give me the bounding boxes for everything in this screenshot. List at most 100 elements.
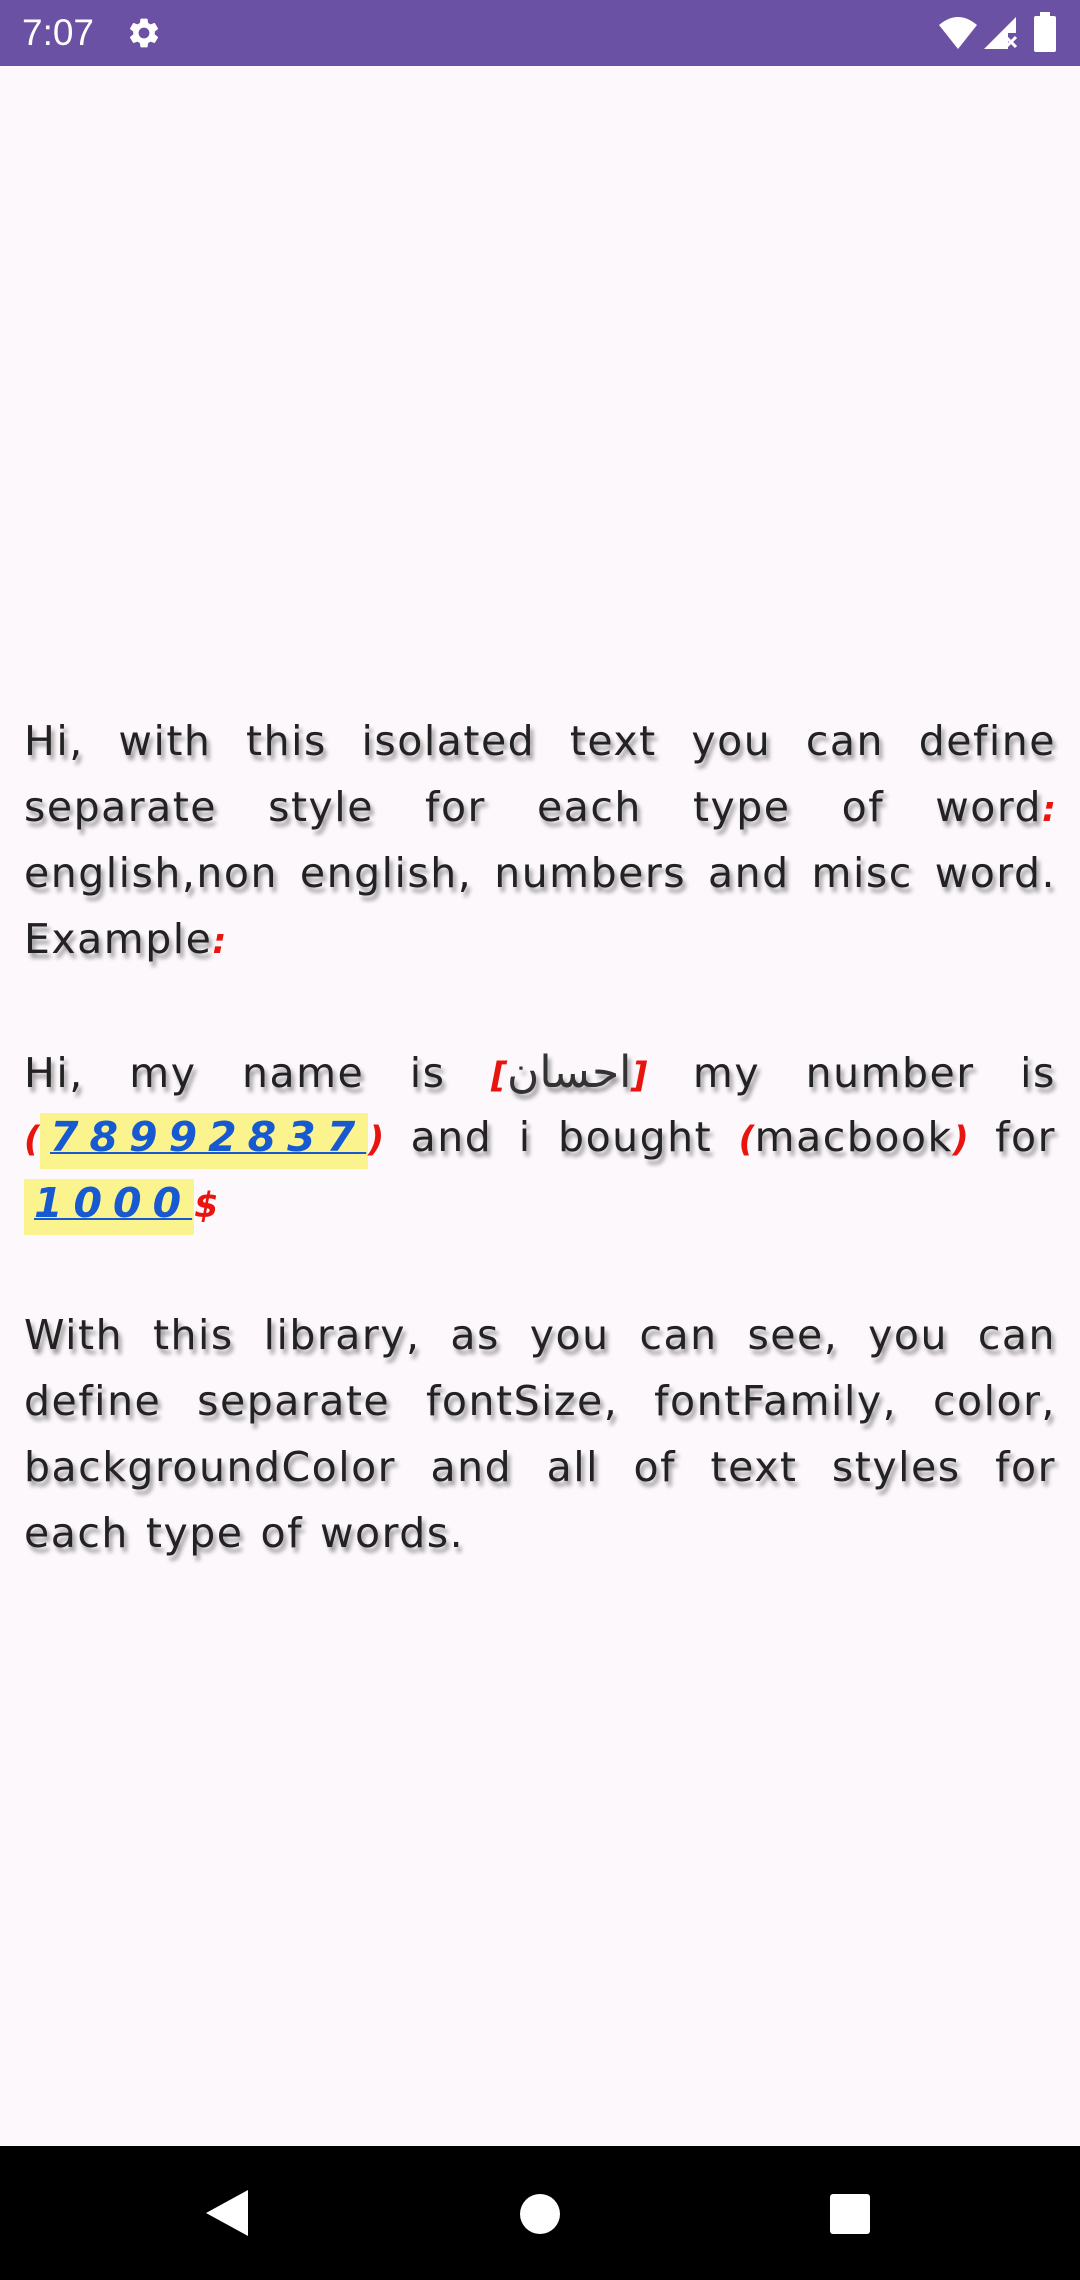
- word: can: [639, 1311, 718, 1359]
- phone-number-group: (78992837): [24, 1113, 384, 1169]
- misc-bracket: ]: [631, 1056, 648, 1096]
- content-area: Hi, with this isolated text you can defi…: [0, 66, 1080, 2146]
- word: each: [24, 1509, 129, 1557]
- word: fontSize,: [425, 1377, 619, 1425]
- library-paragraph: With this library, as you can see, you c…: [24, 1311, 1056, 1575]
- word: bought: [558, 1113, 713, 1161]
- word: can: [977, 1311, 1056, 1359]
- word: Hi,: [24, 717, 84, 765]
- text-line: Example:: [24, 915, 1056, 981]
- gear-icon: [129, 18, 159, 48]
- word: type: [692, 783, 791, 831]
- misc-currency: $: [194, 1186, 219, 1226]
- word: for: [995, 1113, 1056, 1161]
- text-line: separate style for each type of word:: [24, 783, 1056, 849]
- word: number: [805, 1049, 975, 1097]
- word: you: [529, 1311, 610, 1359]
- word: with: [118, 717, 212, 765]
- word: word.: [934, 849, 1056, 897]
- arabic-word: احسان: [507, 1047, 632, 1098]
- word: library,: [263, 1311, 421, 1359]
- word: Hi,: [24, 1049, 84, 1097]
- misc-paren: ): [368, 1120, 385, 1160]
- word: you: [868, 1311, 948, 1359]
- word: color,: [932, 1377, 1056, 1425]
- word: and: [708, 849, 790, 897]
- word-text: word: [935, 783, 1042, 831]
- word: see,: [747, 1311, 839, 1359]
- word: backgroundColor: [24, 1443, 397, 1491]
- word: is: [409, 1049, 446, 1097]
- text-line: english,non english, numbers and misc wo…: [24, 849, 1056, 915]
- misc-paren: (: [738, 1120, 755, 1160]
- arabic-name-group: [احسان]: [491, 1047, 647, 1098]
- misc-colon: :: [212, 922, 227, 962]
- text-line: (78992837) and i bought (macbook) for: [24, 1113, 1056, 1179]
- text-line: each type of words.: [24, 1509, 1056, 1575]
- recents-icon[interactable]: [829, 2193, 871, 2235]
- word: text: [569, 717, 657, 765]
- word: for: [425, 783, 486, 831]
- text-line: Hi, with this isolated text you can defi…: [24, 717, 1056, 783]
- word: my: [692, 1049, 761, 1097]
- word: misc: [811, 849, 913, 897]
- phone-number: 78992837: [40, 1113, 369, 1169]
- intro-paragraph: Hi, with this isolated text you can defi…: [24, 717, 1056, 981]
- word: english,non: [24, 849, 278, 897]
- word: style: [268, 783, 374, 831]
- word: With: [24, 1311, 124, 1359]
- word: name: [241, 1049, 365, 1097]
- word: isolated: [361, 717, 536, 765]
- word: numbers: [494, 849, 687, 897]
- word: word:: [935, 783, 1056, 831]
- word: words.: [320, 1509, 465, 1557]
- word: separate: [197, 1377, 391, 1425]
- text-line: backgroundColor and all of text styles f…: [24, 1443, 1056, 1509]
- word: i: [518, 1113, 532, 1161]
- misc-comma: ,: [181, 849, 197, 897]
- word-text: Example: [24, 915, 213, 963]
- misc-bracket: [: [491, 1056, 508, 1096]
- word-text: non: [196, 849, 278, 897]
- price-group: 1000$: [24, 1179, 218, 1235]
- word: of: [260, 1509, 304, 1557]
- word: can: [805, 717, 885, 765]
- word: english,: [299, 849, 473, 897]
- word: and: [430, 1443, 513, 1491]
- text-line: Hi, my name is [احسان] my number is: [24, 1047, 1056, 1113]
- text-line: 1000$: [24, 1179, 1056, 1245]
- product-word: macbook: [754, 1113, 953, 1161]
- word: separate: [24, 783, 218, 831]
- wifi-icon: [939, 17, 977, 49]
- word: this: [152, 1311, 234, 1359]
- word: this: [246, 717, 327, 765]
- example-paragraph: Hi, my name is [احسان] my number is (789…: [24, 1047, 1056, 1245]
- signal-icon: [984, 17, 1018, 49]
- word: each: [536, 783, 642, 831]
- battery-icon: [1034, 12, 1056, 52]
- word: all: [546, 1443, 600, 1491]
- word: as: [450, 1311, 500, 1359]
- word: my: [129, 1049, 197, 1097]
- misc-paren: (: [24, 1120, 40, 1160]
- word: type: [145, 1509, 244, 1557]
- misc-paren: ): [952, 1120, 969, 1160]
- word: of: [633, 1443, 677, 1491]
- misc-colon: :: [1042, 790, 1056, 830]
- word: for: [995, 1443, 1056, 1491]
- word: fontFamily,: [654, 1377, 898, 1425]
- word: of: [841, 783, 885, 831]
- word: text: [710, 1443, 798, 1491]
- word: is: [1020, 1049, 1056, 1097]
- word: styles: [831, 1443, 961, 1491]
- status-bar: 7:07: [0, 0, 1080, 66]
- status-time: 7:07: [22, 12, 95, 53]
- home-icon[interactable]: [518, 2192, 562, 2236]
- text-line: define separate fontSize, fontFamily, co…: [24, 1377, 1056, 1443]
- product-group: (macbook): [739, 1113, 969, 1161]
- price-number: 1000: [24, 1179, 195, 1235]
- word-text: english: [24, 849, 182, 897]
- word: Example:: [24, 915, 226, 963]
- back-icon[interactable]: [202, 2188, 250, 2238]
- word: define: [24, 1377, 162, 1425]
